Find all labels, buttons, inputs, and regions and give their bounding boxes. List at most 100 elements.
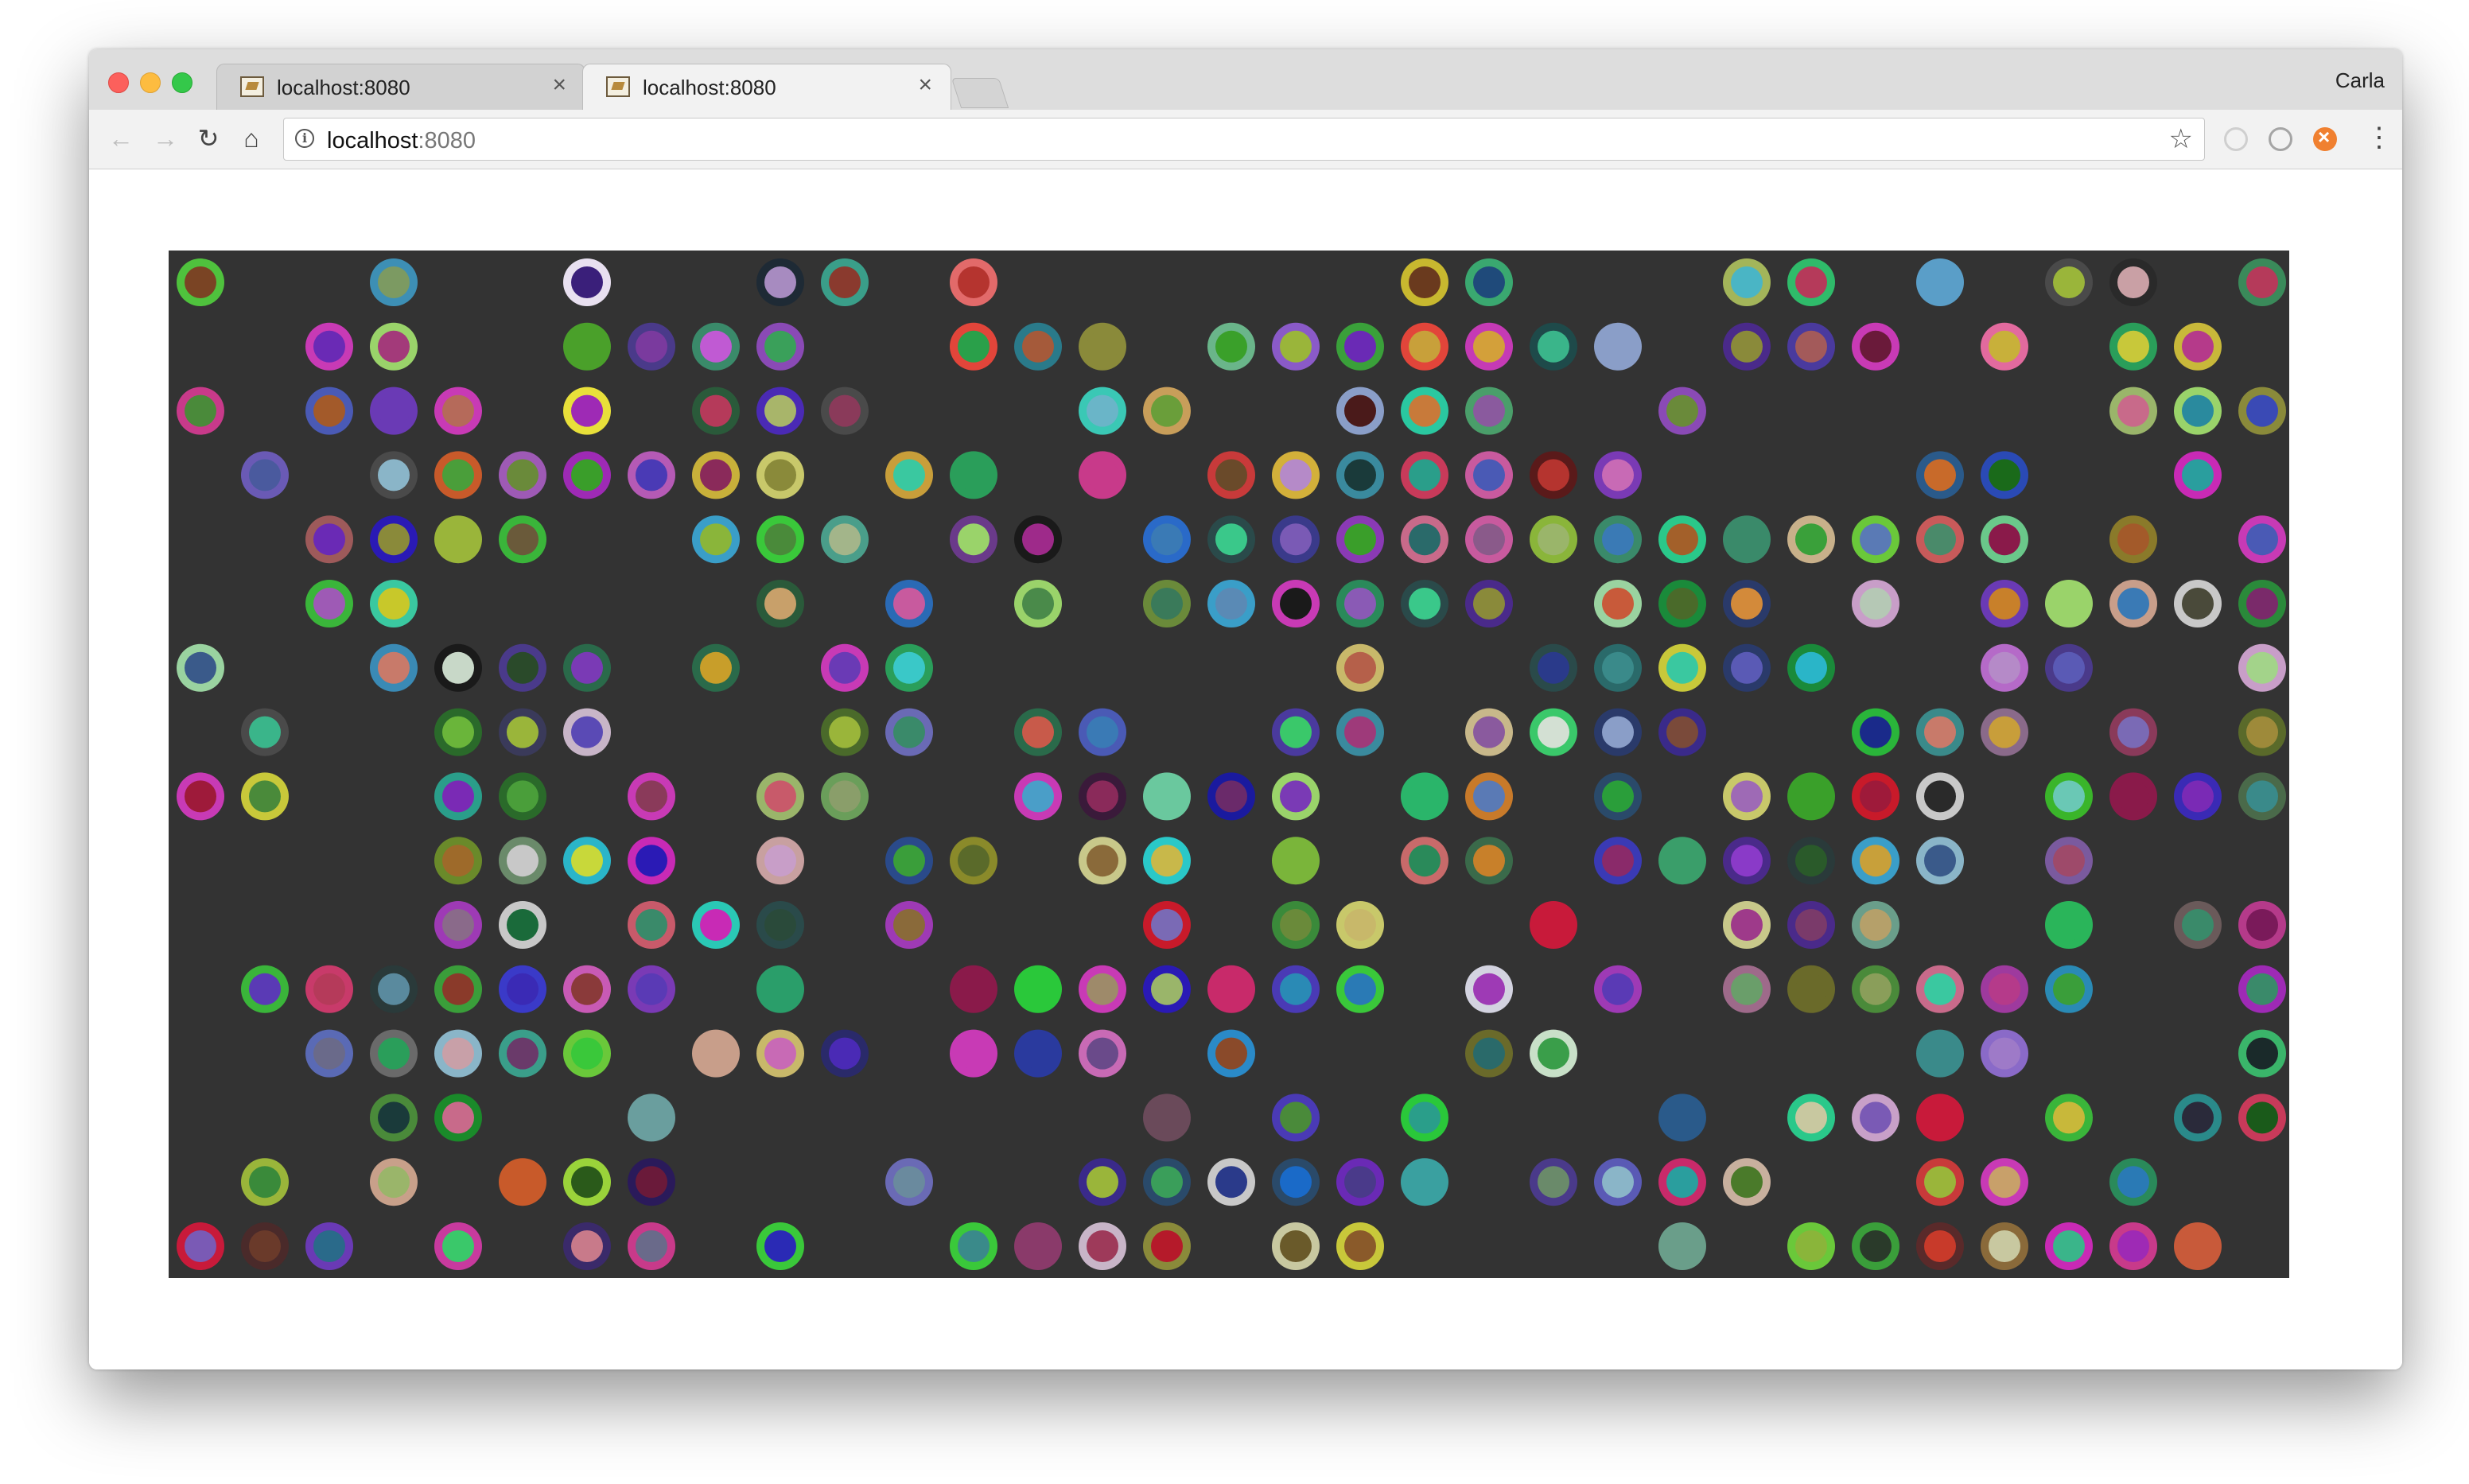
- ring-circle: [434, 451, 482, 499]
- ring-inner: [1087, 459, 1118, 491]
- ring-inner: [1602, 330, 1634, 363]
- ring-inner: [442, 523, 474, 556]
- profile-name[interactable]: Carla: [2335, 68, 2385, 93]
- ring-inner: [1602, 459, 1634, 491]
- ring-circle: [821, 258, 869, 306]
- extension-icon[interactable]: [2313, 125, 2337, 151]
- ring-circle: [1207, 451, 1255, 499]
- ring-circle: [1658, 515, 1706, 564]
- kebab-menu-icon[interactable]: ⋮: [2366, 124, 2393, 151]
- ring-inner: [1087, 330, 1118, 363]
- ring-circle: [434, 1094, 482, 1142]
- ring-inner: [1409, 845, 1441, 877]
- ring-circle: [1014, 965, 1062, 1013]
- circles-canvas[interactable]: [169, 251, 2289, 1278]
- ring-inner: [507, 780, 539, 813]
- ring-circle: [563, 387, 611, 435]
- ring-circle: [628, 1222, 675, 1270]
- ring-inner: [1473, 716, 1505, 748]
- ring-circle: [177, 643, 224, 692]
- home-icon[interactable]: ⌂: [234, 121, 269, 156]
- back-arrow-icon[interactable]: ←: [103, 121, 138, 156]
- ring-inner: [1215, 1037, 1247, 1070]
- ring-circle: [1852, 1222, 1899, 1270]
- ring-circle: [1787, 258, 1835, 306]
- ring-inner: [507, 716, 539, 748]
- ring-inner: [1344, 330, 1376, 363]
- ring-inner: [378, 1101, 410, 1134]
- ring-inner: [2053, 1230, 2085, 1262]
- reload-icon[interactable]: ↻: [191, 121, 226, 156]
- ring-circle: [2238, 901, 2286, 949]
- new-tab-button[interactable]: [951, 78, 1009, 108]
- ring-inner: [764, 394, 796, 427]
- ring-circle: [885, 901, 933, 949]
- ring-inner: [636, 780, 667, 813]
- star-icon[interactable]: ☆: [2169, 123, 2193, 155]
- ring-circle: [434, 1029, 482, 1078]
- ring-inner: [1666, 523, 1698, 556]
- ring-inner: [1280, 1166, 1312, 1198]
- ring-circle: [2109, 580, 2157, 627]
- ring-inner: [1344, 394, 1376, 427]
- ring-circle: [1787, 1222, 1835, 1270]
- ring-inner: [442, 780, 474, 813]
- ring-inner: [313, 1037, 345, 1070]
- address-bar[interactable]: i localhost:8080 ☆: [283, 118, 2205, 161]
- extension-icon[interactable]: [2224, 127, 2248, 151]
- ring-inner: [1924, 973, 1956, 1005]
- close-window-button[interactable]: [108, 72, 129, 93]
- ring-inner: [442, 845, 474, 877]
- extension-icon[interactable]: [2269, 127, 2292, 151]
- ring-circle: [1981, 1222, 2028, 1270]
- ring-circle: [1530, 1029, 1577, 1078]
- ring-circle: [499, 837, 546, 885]
- ring-circle: [1981, 708, 2028, 756]
- ring-inner: [442, 651, 474, 684]
- ring-circle: [1658, 1094, 1706, 1142]
- ring-inner: [2182, 780, 2214, 813]
- ring-inner: [1602, 523, 1634, 556]
- ring-inner: [1087, 1166, 1118, 1198]
- ring-inner: [249, 1166, 281, 1198]
- ring-circle: [1530, 451, 1577, 499]
- ring-inner: [507, 909, 539, 941]
- ring-inner: [1344, 459, 1376, 491]
- ring-circle: [1530, 643, 1577, 692]
- ring-inner: [700, 523, 732, 556]
- ring-circle: [2045, 901, 2093, 949]
- ring-circle: [370, 1094, 418, 1142]
- ring-circle: [1143, 772, 1191, 821]
- tab-close-icon[interactable]: ×: [552, 73, 566, 97]
- minimize-window-button[interactable]: [140, 72, 161, 93]
- ring-inner: [958, 845, 990, 877]
- address-url[interactable]: localhost:8080: [327, 128, 476, 154]
- ring-circle: [1465, 387, 1513, 435]
- ring-circle: [1336, 387, 1384, 435]
- tab-2[interactable]: localhost:8080 ×: [582, 64, 951, 110]
- ring-inner: [442, 1037, 474, 1070]
- tab-1[interactable]: localhost:8080 ×: [216, 64, 585, 110]
- ring-circle: [885, 708, 933, 756]
- zoom-window-button[interactable]: [172, 72, 192, 93]
- ring-inner: [2053, 651, 2085, 684]
- tab-close-icon[interactable]: ×: [918, 73, 932, 97]
- ring-inner: [1087, 1037, 1118, 1070]
- ring-inner: [1151, 909, 1183, 941]
- ring-circle: [1594, 451, 1642, 499]
- ring-inner: [249, 973, 281, 1005]
- ring-circle: [2174, 387, 2222, 435]
- ring-inner: [1215, 973, 1247, 1005]
- ring-inner: [893, 845, 925, 877]
- ring-circle: [1658, 1222, 1706, 1270]
- info-icon[interactable]: i: [295, 129, 314, 148]
- ring-inner: [958, 459, 990, 491]
- ring-circle: [1916, 708, 1964, 756]
- ring-circle: [563, 451, 611, 499]
- ring-inner: [1409, 459, 1441, 491]
- ring-inner: [1473, 1037, 1505, 1070]
- ring-circle: [370, 515, 418, 564]
- forward-arrow-icon[interactable]: →: [148, 121, 183, 156]
- ring-circle: [950, 322, 997, 371]
- ring-inner: [1924, 459, 1956, 491]
